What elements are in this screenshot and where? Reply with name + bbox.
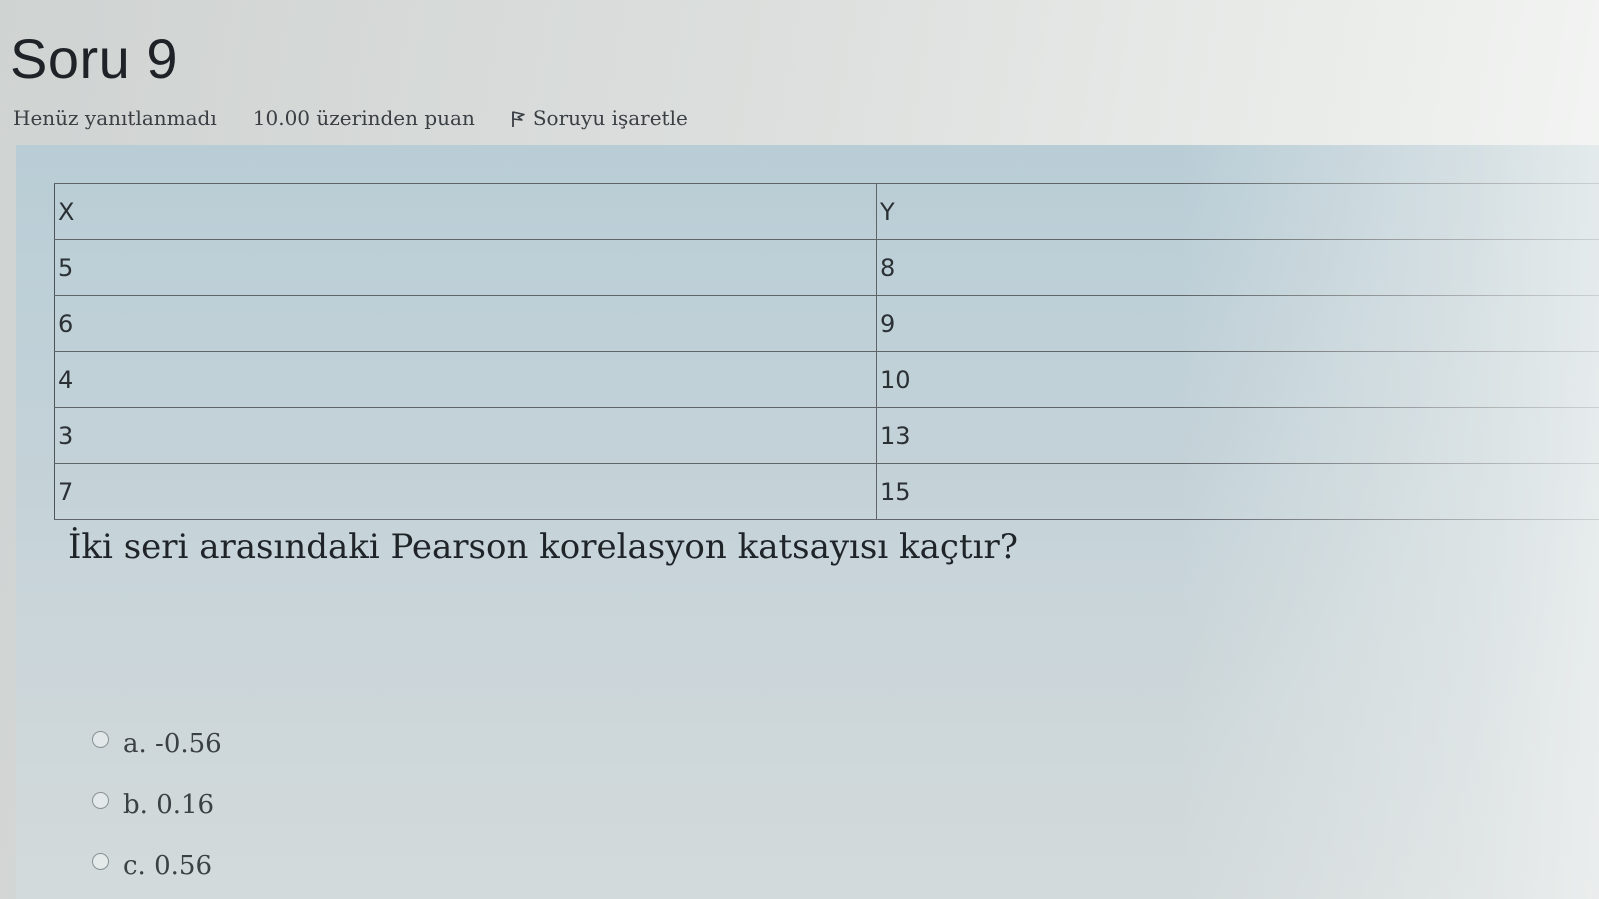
flag-question-label: Soruyu işaretle	[532, 106, 688, 130]
table-cell-x: 4	[54, 351, 877, 408]
table-cell-y: 10	[876, 351, 1599, 408]
data-table: X Y 5 8 6 9 4 10 3 13 7 15	[54, 183, 1599, 520]
table-row: 3 13	[54, 407, 1599, 464]
table-row: 5 8	[54, 239, 1599, 296]
table-header-row: X Y	[54, 183, 1599, 240]
quiz-page: Soru 9 Henüz yanıtlanmadı 10.00 üzerinde…	[0, 0, 1599, 899]
table-cell-y: 9	[876, 295, 1599, 352]
table-cell-x: 7	[54, 463, 877, 520]
radio-button-a[interactable]	[92, 731, 109, 748]
table-cell-y: 13	[876, 407, 1599, 464]
flag-icon	[509, 108, 527, 128]
table-header-y: Y	[876, 183, 1599, 240]
flag-question-link[interactable]: Soruyu işaretle	[509, 106, 688, 130]
option-letter: b.	[123, 789, 148, 820]
table-cell-y: 15	[876, 463, 1599, 520]
table-row: 6 9	[54, 295, 1599, 352]
radio-button-c[interactable]	[92, 853, 109, 870]
answer-option-a[interactable]: a. -0.56	[92, 713, 222, 774]
question-grade: 10.00 üzerinden puan	[252, 106, 475, 130]
question-status: Henüz yanıtlanmadı	[13, 106, 217, 130]
option-value: 0.16	[156, 789, 215, 820]
table-row: 7 15	[54, 463, 1599, 520]
question-content: X Y 5 8 6 9 4 10 3 13 7 15 İki seri aras…	[16, 145, 1599, 899]
table-row: 4 10	[54, 351, 1599, 408]
answer-options: a. -0.56 b. 0.16 c. 0.56	[92, 713, 222, 896]
question-info: Henüz yanıtlanmadı 10.00 üzerinden puan …	[13, 106, 688, 130]
question-text: İki seri arasındaki Pearson korelasyon k…	[68, 527, 1018, 567]
option-letter: a.	[123, 728, 147, 759]
question-title: Soru 9	[10, 27, 178, 90]
table-cell-x: 6	[54, 295, 877, 352]
option-value: 0.56	[154, 850, 212, 881]
table-cell-x: 5	[54, 239, 877, 296]
answer-option-c[interactable]: c. 0.56	[92, 835, 222, 896]
table-cell-y: 8	[876, 239, 1599, 296]
option-value: -0.56	[155, 728, 222, 759]
table-cell-x: 3	[54, 407, 877, 464]
option-letter: c.	[123, 850, 146, 881]
answer-option-b[interactable]: b. 0.16	[92, 774, 222, 835]
radio-button-b[interactable]	[92, 792, 109, 809]
table-header-x: X	[54, 183, 877, 240]
